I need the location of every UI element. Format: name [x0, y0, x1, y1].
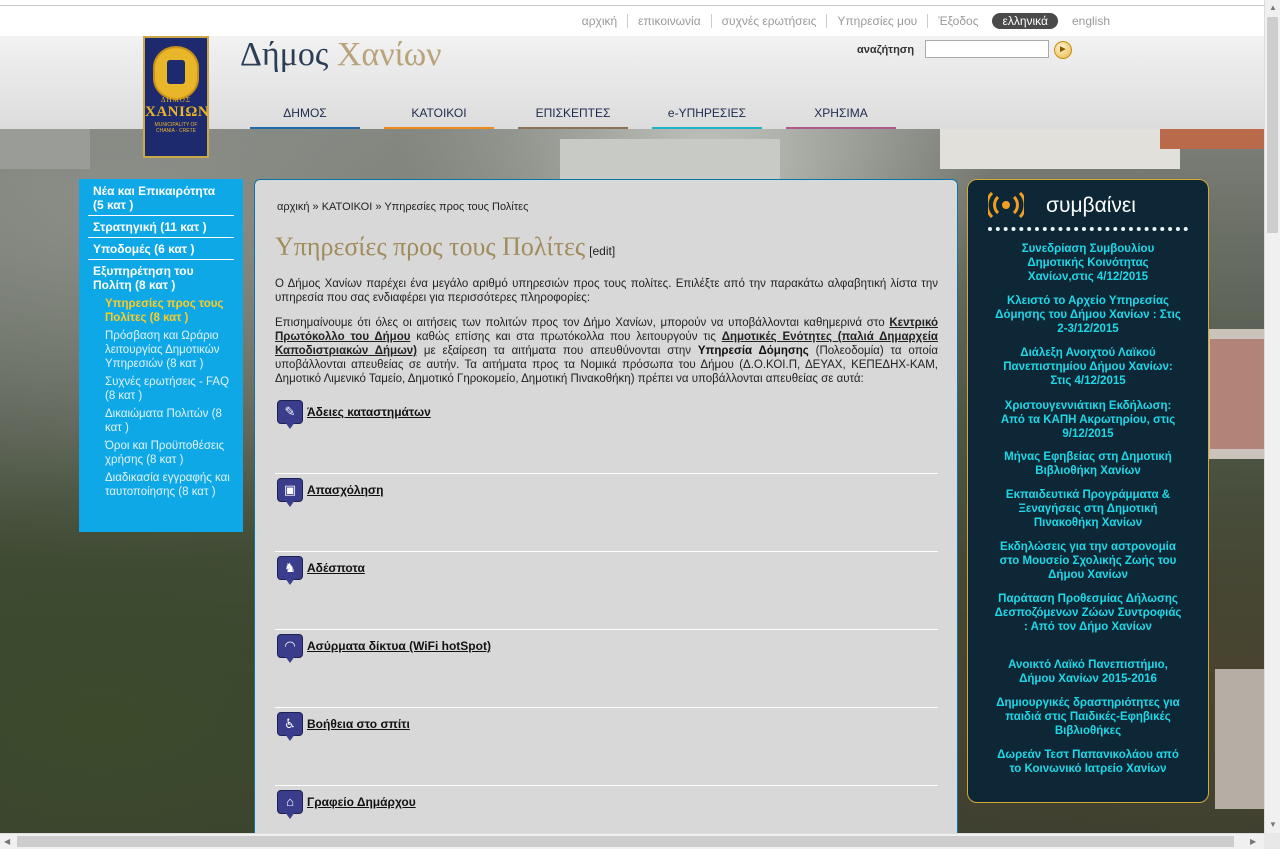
scroll-left-icon[interactable]: ◀	[4, 837, 10, 846]
vertical-scroll-thumb[interactable]	[1267, 17, 1278, 233]
dog-icon: ♞	[277, 556, 303, 586]
logo-sub-text: MUNICIPALITY OF CHANIA · CRETE	[154, 122, 198, 134]
scroll-right-icon[interactable]: ▶	[1250, 837, 1256, 846]
event-link[interactable]: Δημιουργικές δραστηριότητες για παιδιά σ…	[994, 696, 1182, 738]
logo-shield-icon	[153, 46, 199, 100]
site-title[interactable]: Δήμος Χανίων	[240, 36, 441, 74]
language-greek[interactable]: ελληνικά	[992, 13, 1058, 29]
event-link[interactable]: Χριστουγεννιάτικη Εκδήλωση: Από τα ΚΑΠΗ …	[994, 399, 1182, 441]
event-link[interactable]: Εκπαιδευτικά Προγράμματα & Ξεναγήσεις στ…	[994, 488, 1182, 530]
event-link[interactable]: Ανοικτό Λαϊκό Πανεπιστήμιο, Δήμου Χανίων…	[994, 658, 1182, 686]
logo-name-text: ΧΑΝΙΩΝ	[145, 104, 210, 120]
helper-icon: ♿	[277, 712, 303, 742]
notice-text-2: καθώς επίσης και στα πρωτόκολλα που λειτ…	[410, 331, 722, 343]
events-panel: συμβαίνει Συνεδρίαση Συμβουλίου Δημοτική…	[967, 179, 1209, 803]
notice-text-1: Επισημαίνουμε ότι όλες οι αιτήσεις των π…	[275, 317, 890, 329]
breadcrumb-separator: »	[309, 201, 322, 213]
sidebar-subitem-citizen-rights[interactable]: Δικαιώματα Πολιτών (8 κατ )	[105, 405, 234, 437]
id-card-icon: ▣	[277, 478, 303, 508]
top-link-logout[interactable]: Έξοδος	[927, 14, 988, 28]
top-link-home[interactable]: αρχική	[572, 14, 627, 28]
breadcrumb: αρχική » ΚΑΤΟΙΚΟΙ » Υπηρεσίες προς τους …	[277, 201, 528, 213]
service-item[interactable]: ◠ Ασύρματα δίκτυα (WiFi hotSpot)	[275, 630, 938, 708]
edit-link[interactable]: [edit]	[589, 244, 615, 258]
event-link[interactable]: Εκδηλώσεις για την αστρονομία στο Μουσεί…	[994, 540, 1182, 582]
service-link[interactable]: Αδέσποτα	[307, 561, 365, 575]
sidebar-item-news[interactable]: Νέα και Επικαιρότητα (5 κατ )	[88, 179, 234, 216]
notice-paragraph: Επισημαίνουμε ότι όλες οι αιτήσεις των π…	[275, 316, 938, 386]
breadcrumb-section[interactable]: ΚΑΤΟΙΚΟΙ	[322, 201, 373, 213]
sidebar: Νέα και Επικαιρότητα (5 κατ ) Στρατηγική…	[79, 179, 243, 532]
sidebar-subitem-citizen-services[interactable]: Υπηρεσίες προς τους Πολίτες (8 κατ )	[105, 295, 234, 327]
service-link[interactable]: Βοήθεια στο σπίτι	[307, 717, 410, 731]
municipality-logo[interactable]: ΔΗΜΟΣ ΧΑΝΙΩΝ MUNICIPALITY OF CHANIA · CR…	[143, 36, 209, 158]
service-link[interactable]: Απασχόληση	[307, 483, 383, 497]
event-link[interactable]: Μήνας Εφηβείας στη Δημοτική Βιβλιοθήκη Χ…	[994, 450, 1182, 478]
document-icon: ✎	[277, 400, 303, 430]
building-icon: ⌂	[277, 790, 303, 820]
site-title-part1: Δήμος	[240, 36, 329, 73]
sidebar-item-citizen-service[interactable]: Εξυπηρέτηση του Πολίτη (8 κατ )	[88, 260, 234, 295]
vertical-scrollbar[interactable]: ▲ ▼	[1264, 0, 1280, 833]
sidebar-item-strategy[interactable]: Στρατηγική (11 κατ )	[88, 216, 234, 238]
site-title-part2: Χανίων	[336, 36, 442, 73]
site-header: ΔΗΜΟΣ ΧΑΝΙΩΝ MUNICIPALITY OF CHANIA · CR…	[0, 36, 1264, 158]
sidebar-subitem-faq[interactable]: Συχνές ερωτήσεις - FAQ (8 κατ )	[105, 373, 234, 405]
service-item[interactable]: ▣ Απασχόληση	[275, 474, 938, 552]
notice-text-3: με εξαίρεση τα αιτήματα που απευθύνονται…	[417, 345, 698, 357]
service-link[interactable]: Ασύρματα δίκτυα (WiFi hotSpot)	[307, 639, 491, 653]
building-service-text: Υπηρεσία Δόμησης	[697, 345, 809, 357]
sidebar-item-infrastructure[interactable]: Υποδομές (6 κατ )	[88, 238, 234, 260]
scroll-up-icon[interactable]: ▲	[1269, 3, 1277, 12]
search-input[interactable]	[925, 40, 1049, 58]
main-content: αρχική » ΚΑΤΟΙΚΟΙ » Υπηρεσίες προς τους …	[254, 179, 958, 839]
page-title: Υπηρεσίες προς τους Πολίτες [edit]	[275, 232, 615, 262]
service-link[interactable]: Γραφείο Δημάρχου	[307, 795, 416, 809]
breadcrumb-home[interactable]: αρχική	[277, 201, 309, 213]
logo-top-text: ΔΗΜΟΣ	[161, 96, 191, 104]
event-link[interactable]: Διάλεξη Ανοιχτού Λαϊκού Πανεπιστημίου Δή…	[994, 346, 1182, 388]
scrollbar-corner	[1264, 833, 1280, 849]
service-item[interactable]: ✎ Άδειες καταστημάτων	[275, 396, 938, 474]
sidebar-subitem-access-hours[interactable]: Πρόσβαση και Ωράριο λειτουργίας Δημοτικώ…	[105, 327, 234, 373]
page-title-text: Υπηρεσίες προς τους Πολίτες	[275, 232, 586, 261]
wifi-icon: ◠	[277, 634, 303, 664]
event-link[interactable]: Συνεδρίαση Συμβουλίου Δημοτικής Κοινότητ…	[994, 242, 1182, 284]
top-link-contact[interactable]: επικοινωνία	[627, 14, 710, 28]
broadcast-icon	[988, 192, 1024, 218]
service-item[interactable]: ⌂ Γραφείο Δημάρχου	[275, 786, 938, 864]
service-link[interactable]: Άδειες καταστημάτων	[307, 405, 431, 419]
breadcrumb-separator: »	[372, 201, 385, 213]
scroll-down-icon[interactable]: ▼	[1269, 820, 1277, 829]
event-link[interactable]: Παράταση Προθεσμίας Δήλωσης Δεσποζόμενων…	[994, 592, 1182, 634]
intro-paragraph: Ο Δήμος Χανίων παρέχει ένα μεγάλο αριθμό…	[275, 278, 938, 304]
language-english[interactable]: english	[1062, 14, 1120, 28]
event-link[interactable]: Δωρεάν Τεστ Παπανικολάου από το Κοινωνικ…	[994, 748, 1182, 776]
horizontal-scrollbar[interactable]: ◀ ▶	[0, 833, 1264, 849]
breadcrumb-current: Υπηρεσίες προς τους Πολίτες	[384, 201, 529, 213]
sidebar-subitem-registration[interactable]: Διαδικασία εγγραφής και ταυτοποίησης (8 …	[105, 469, 234, 501]
events-divider	[988, 227, 1188, 231]
search-go-button[interactable]: ►	[1054, 41, 1072, 59]
service-item[interactable]: ♞ Αδέσποτα	[275, 552, 938, 630]
service-item[interactable]: ♿ Βοήθεια στο σπίτι	[275, 708, 938, 786]
horizontal-scroll-thumb[interactable]	[17, 836, 1234, 847]
sidebar-subitem-terms[interactable]: Όροι και Προϋποθέσεις χρήσης (8 κατ )	[105, 437, 234, 469]
top-links-bar: αρχική επικοινωνία συχνές ερωτήσεις Υπηρ…	[0, 5, 1264, 37]
events-title: συμβαίνει	[1046, 194, 1136, 217]
search-label: αναζήτηση	[857, 44, 915, 56]
top-link-faq[interactable]: συχνές ερωτήσεις	[710, 14, 827, 28]
event-link[interactable]: Κλειστό το Αρχείο Υπηρεσίας Δόμησης του …	[994, 294, 1182, 336]
top-link-my-services[interactable]: Υπηρεσίες μου	[826, 14, 927, 28]
